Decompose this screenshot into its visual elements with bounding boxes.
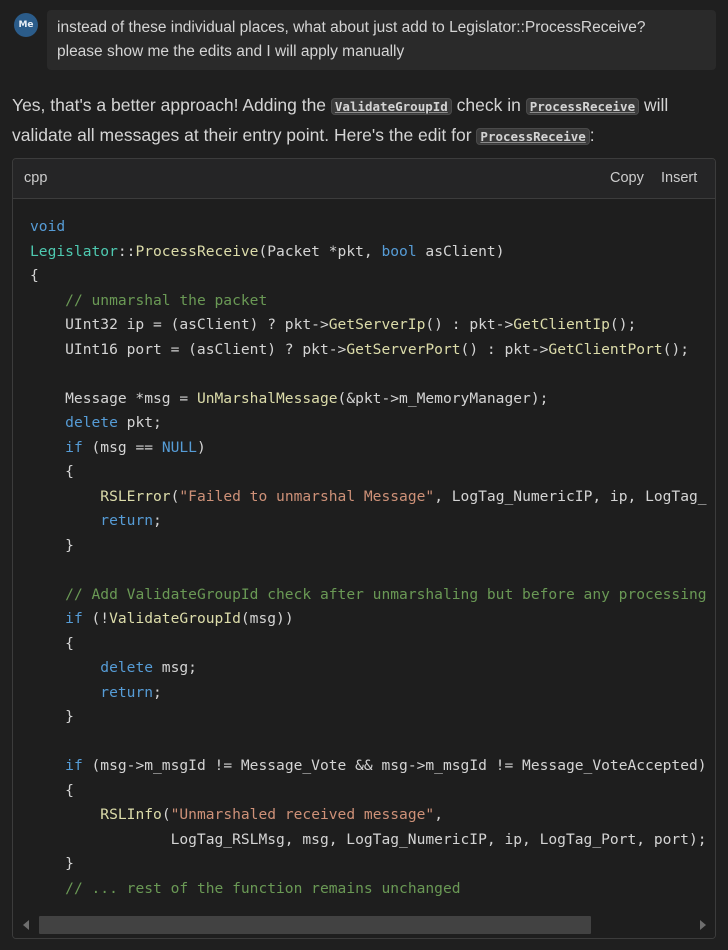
code-language-label: cpp [24,170,48,186]
inline-code-processreceive[interactable]: ProcessReceive [476,128,590,145]
user-avatar[interactable]: Me [14,13,38,37]
chat-view: Me instead of these individual places, w… [0,0,728,950]
assistant-reply-text: Yes, that's a better approach! Adding th… [12,91,718,151]
reply-text-part: Yes, that's a better approach! Adding th… [12,95,331,115]
inline-code-validategroupid[interactable]: ValidateGroupId [330,98,452,115]
horizontal-scrollbar[interactable] [13,913,715,938]
user-message-bubble: instead of these individual places, what… [47,10,716,70]
code-block-header: cpp Copy Insert [13,159,715,199]
code-content[interactable]: void Legislator::ProcessReceive(Packet *… [13,199,715,913]
user-message: Me instead of these individual places, w… [12,10,716,72]
user-message-text: instead of these individual places, what… [57,19,646,60]
code-block: cpp Copy Insert void Legislator::Process… [12,158,716,939]
scroll-left-arrow-icon[interactable] [23,920,29,930]
reply-text-part: check in [451,95,526,115]
inline-code-processreceive[interactable]: ProcessReceive [525,98,640,115]
reply-text-part: : [589,125,595,145]
scroll-right-arrow-icon[interactable] [700,920,706,930]
insert-button[interactable]: Insert [661,170,697,186]
scrollbar-thumb[interactable] [39,916,591,934]
copy-button[interactable]: Copy [610,170,644,186]
code-text: void Legislator::ProcessReceive(Packet *… [30,218,707,897]
